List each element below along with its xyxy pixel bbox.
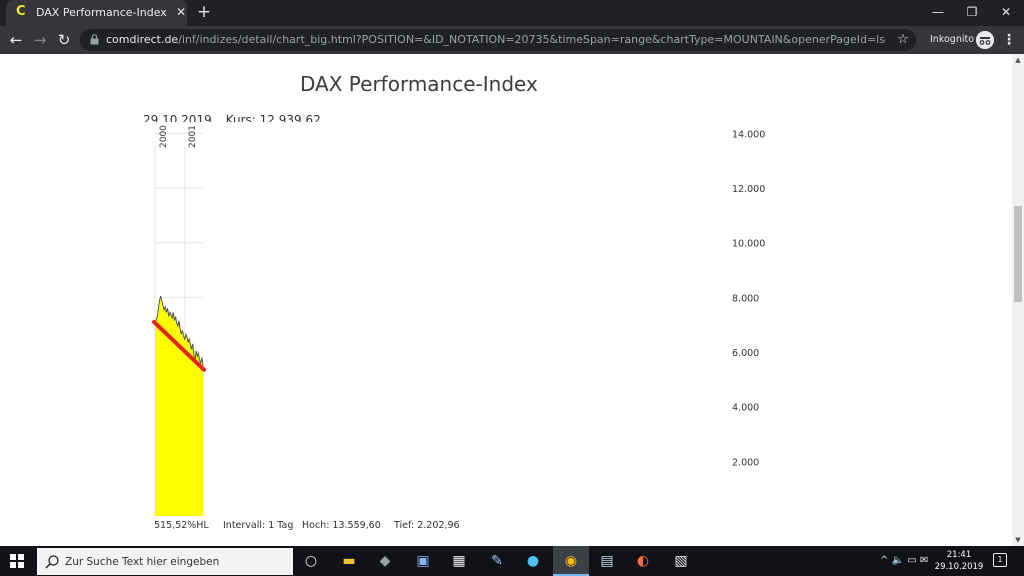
browser-tabstrip: C DAX Performance-Index - 846900 ✕ + — ❐… bbox=[0, 0, 1024, 26]
minimize-button[interactable]: — bbox=[924, 2, 952, 22]
app-icon-10[interactable]: ▧ bbox=[670, 551, 692, 571]
x-tick-label: 2000 bbox=[159, 125, 169, 148]
url-text[interactable]: comdirect.de/inf/indizes/detail/chart_bi… bbox=[106, 33, 886, 47]
y-tick-label: 4.000 bbox=[732, 403, 759, 414]
taskbar-clock[interactable]: 21:41 29.10.2019 bbox=[932, 549, 986, 573]
page-scrollbar[interactable]: ▲ ▼ bbox=[1012, 54, 1024, 546]
incognito-label: Inkognito bbox=[930, 34, 975, 45]
clock-time: 21:41 bbox=[946, 550, 972, 560]
reload-button[interactable]: ↻ bbox=[54, 30, 74, 50]
back-button[interactable]: ← bbox=[6, 30, 26, 50]
taskbar-search-input[interactable]: Zur Suche Text hier eingeben bbox=[37, 548, 293, 575]
app-icon-6[interactable]: ● bbox=[522, 551, 544, 571]
window-close-button[interactable]: ✕ bbox=[992, 2, 1020, 22]
y-tick-label: 8.000 bbox=[732, 293, 759, 304]
y-tick-label: 2.000 bbox=[732, 457, 759, 468]
scroll-up-icon[interactable]: ▲ bbox=[1012, 54, 1024, 66]
bookmark-star-icon[interactable]: ☆ bbox=[895, 32, 911, 48]
y-tick-label: 6.000 bbox=[732, 348, 759, 359]
chart-x-axis: 2000 2001 bbox=[159, 125, 198, 148]
restore-button[interactable]: ❐ bbox=[958, 2, 986, 22]
incognito-icon[interactable] bbox=[976, 31, 994, 49]
scroll-down-icon[interactable]: ▼ bbox=[1012, 534, 1024, 546]
new-tab-button[interactable]: + bbox=[195, 3, 213, 21]
interval-text: Intervall: 1 Tag bbox=[223, 520, 294, 531]
performance-text: 515,52%HL bbox=[154, 520, 209, 531]
windows-start-icon[interactable] bbox=[10, 554, 24, 568]
app-icon-2[interactable]: ◆ bbox=[374, 551, 396, 571]
high-text: Hoch: 13.559,60 bbox=[302, 520, 381, 531]
file-explorer-icon[interactable]: ▬ bbox=[338, 551, 360, 571]
y-tick-label: 14.000 bbox=[732, 129, 765, 140]
chart-title: DAX Performance-Index bbox=[300, 72, 538, 96]
browser-tab[interactable]: C DAX Performance-Index - 846900 ✕ bbox=[6, 0, 187, 26]
dax-chart: 2.000 4.000 6.000 8.000 10.000 12.000 14.000 2… bbox=[152, 125, 765, 516]
url-path: /inf/indizes/detail/chart_big.html?POSIT… bbox=[178, 33, 886, 46]
terminal-icon[interactable]: ▣ bbox=[412, 551, 434, 571]
clock-date: 29.10.2019 bbox=[934, 562, 984, 572]
forward-button[interactable]: → bbox=[30, 30, 50, 50]
taskview-icon[interactable]: ○ bbox=[300, 551, 322, 571]
chrome-icon[interactable]: ◉ bbox=[560, 551, 582, 571]
app-icon-5[interactable]: ✎ bbox=[486, 551, 508, 571]
scroll-thumb[interactable] bbox=[1014, 206, 1022, 302]
notification-icon[interactable]: 1 bbox=[993, 553, 1007, 567]
firefox-icon[interactable]: ◐ bbox=[632, 551, 654, 571]
low-text: Tief: 2.202,96 bbox=[394, 520, 460, 531]
comdirect-favicon-icon: C bbox=[16, 4, 26, 19]
info-date: 29.10.2019 bbox=[143, 113, 212, 122]
x-tick-label: 2001 bbox=[188, 125, 198, 148]
browser-toolbar: ← → ↻ comdirect.de/inf/indizes/detail/ch… bbox=[0, 26, 1024, 54]
search-icon bbox=[45, 555, 59, 569]
page-content: 2.000 4.000 6.000 8.000 10.000 12.000 14.000 2… bbox=[0, 54, 1012, 546]
tab-title: DAX Performance-Index - 846900 bbox=[36, 6, 168, 19]
info-value: Kurs: 12.939,62 bbox=[225, 113, 321, 122]
search-placeholder: Zur Suche Text hier eingeben bbox=[65, 556, 220, 568]
windows-taskbar: Zur Suche Text hier eingeben ○ ▬ ◆ ▣ ▦ ✎… bbox=[0, 546, 1024, 576]
calculator-icon[interactable]: ▦ bbox=[448, 551, 470, 571]
chart-y-axis: 2.000 4.000 6.000 8.000 10.000 12.000 14.000 bbox=[732, 129, 765, 468]
info-line: 29.10.2019 Kurs: 12.939,62 bbox=[143, 112, 323, 122]
system-tray-icons[interactable]: ^ 🔈 ▭ ✉ bbox=[880, 554, 928, 568]
lock-icon bbox=[90, 34, 99, 45]
tab-close-icon[interactable]: ✕ bbox=[174, 5, 188, 19]
address-bar[interactable]: comdirect.de/inf/indizes/detail/chart_bi… bbox=[80, 29, 916, 51]
browser-menu-icon[interactable]: ⋮ bbox=[1002, 32, 1016, 48]
y-tick-label: 10.000 bbox=[732, 239, 765, 250]
y-tick-label: 12.000 bbox=[732, 184, 765, 195]
url-host: comdirect.de bbox=[106, 33, 179, 46]
app-icon-8[interactable]: ▤ bbox=[596, 551, 618, 571]
